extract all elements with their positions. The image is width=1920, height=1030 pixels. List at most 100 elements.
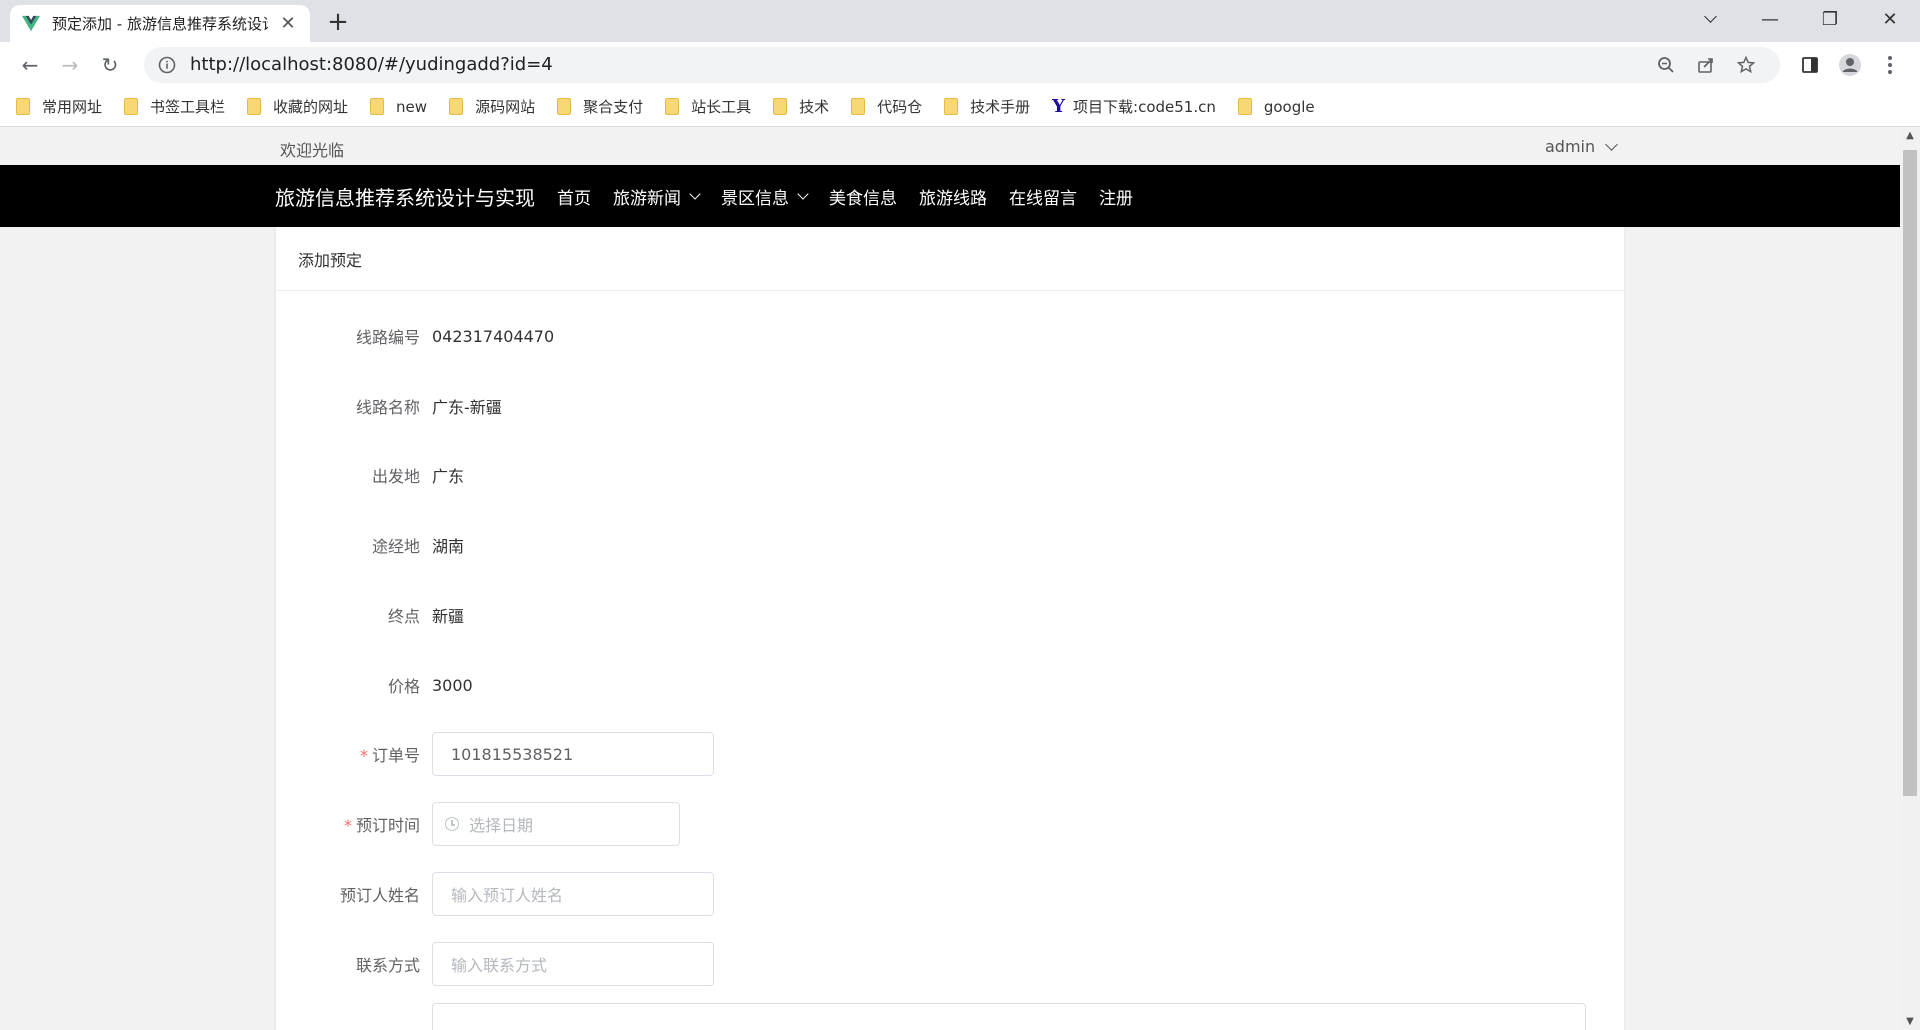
- site-y-icon: Y: [1052, 96, 1066, 117]
- chevron-down-icon: [1605, 137, 1619, 151]
- form-row-booker-name: 预订人姓名 输入预订人姓名: [276, 871, 1624, 917]
- departure-label: 出发地: [371, 467, 420, 486]
- form-row-route-name: 线路名称 广东-新疆: [276, 383, 1624, 429]
- folder-icon: [16, 98, 30, 115]
- clock-icon: [445, 817, 459, 831]
- date-placeholder: 选择日期: [469, 816, 534, 835]
- route-no-label: 线路编号: [355, 328, 420, 347]
- back-icon[interactable]: ←: [10, 45, 50, 85]
- menu-kebab-icon[interactable]: [1870, 45, 1910, 85]
- bookmarks-bar: 常用网址 书签工具栏 收藏的网址 new 源码网站 聚合支付 站长工具 技术 代…: [0, 87, 1920, 127]
- bookmark-item[interactable]: 代码仓: [851, 96, 922, 117]
- bookmark-item[interactable]: 收藏的网址: [247, 96, 348, 117]
- address-bar[interactable]: http://localhost:8080/#/yudingadd?id=4: [144, 46, 1780, 83]
- form-row-route-no: 线路编号 042317404470: [276, 313, 1624, 359]
- url-text[interactable]: http://localhost:8080/#/yudingadd?id=4: [190, 54, 1646, 75]
- bookmark-item[interactable]: 书签工具栏: [124, 96, 225, 117]
- bookmark-item[interactable]: google: [1237, 98, 1315, 116]
- bookmark-item[interactable]: Y 项目下载:code51.cn: [1052, 96, 1216, 117]
- bookmark-item[interactable]: 站长工具: [665, 96, 751, 117]
- new-tab-icon[interactable]: +: [323, 7, 353, 37]
- chevron-down-icon: [689, 188, 701, 200]
- site-topbar: 欢迎光临 admin: [0, 128, 1900, 165]
- folder-icon: [773, 98, 788, 115]
- nav-item-messages[interactable]: 在线留言: [1009, 184, 1077, 209]
- scroll-down-icon[interactable]: ▼: [1900, 1014, 1920, 1030]
- via-value: 湖南: [432, 537, 465, 556]
- close-window-icon[interactable]: ✕: [1860, 0, 1920, 38]
- tab-search-icon[interactable]: [1680, 0, 1740, 38]
- booking-form-card: 添加预定 线路编号 042317404470 线路名称 广东-新疆 出发地 广东…: [276, 227, 1624, 1030]
- via-label: 途经地: [371, 537, 420, 556]
- nav-item-register[interactable]: 注册: [1099, 184, 1133, 209]
- page-scrollbar[interactable]: ▲ ▼: [1900, 128, 1920, 1030]
- folder-icon: [1237, 98, 1252, 115]
- scroll-up-icon[interactable]: ▲: [1900, 128, 1920, 144]
- folder-icon: [944, 98, 959, 115]
- bookmark-item[interactable]: 技术手册: [944, 96, 1030, 117]
- price-value: 3000: [432, 675, 473, 695]
- browser-tab[interactable]: 预定添加 - 旅游信息推荐系统设计 ✕: [10, 5, 310, 42]
- route-name-value: 广东-新疆: [432, 398, 502, 417]
- folder-icon: [370, 98, 385, 115]
- page-viewport: 欢迎光临 admin 旅游信息推荐系统设计与实现 首页 旅游新闻 景区信息 美食…: [0, 128, 1900, 1030]
- form-row-booking-time: * 预订时间 选择日期: [276, 801, 1624, 847]
- form-row-next: [276, 1003, 1624, 1030]
- bookmark-item[interactable]: new: [370, 98, 427, 116]
- form-row-order-no: * 订单号 101815538521: [276, 731, 1624, 777]
- order-no-input[interactable]: 101815538521: [432, 732, 714, 776]
- site-navbar: 旅游信息推荐系统设计与实现 首页 旅游新闻 景区信息 美食信息 旅游线路 在线留…: [0, 165, 1900, 227]
- form-row-departure: 出发地 广东: [276, 452, 1624, 498]
- username: admin: [1545, 137, 1596, 156]
- browser-tabstrip: 预定添加 - 旅游信息推荐系统设计 ✕ + — ❐ ✕: [0, 0, 1920, 42]
- window-controls: — ❐ ✕: [1680, 0, 1920, 38]
- chevron-down-icon: [797, 188, 809, 200]
- price-label: 价格: [387, 677, 420, 696]
- bookmark-item[interactable]: 技术: [773, 96, 829, 117]
- welcome-text: 欢迎光临: [280, 141, 345, 160]
- bookmark-item[interactable]: 常用网址: [16, 96, 102, 117]
- order-no-label: * 订单号: [359, 746, 420, 765]
- next-field-input[interactable]: [432, 1003, 1586, 1030]
- contact-input[interactable]: 输入联系方式: [432, 942, 714, 986]
- required-mark: *: [343, 816, 352, 835]
- destination-label: 终点: [387, 607, 420, 626]
- booker-name-label: 预订人姓名: [339, 886, 420, 905]
- bookmark-star-icon[interactable]: [1726, 50, 1766, 80]
- vue-logo-icon: [22, 15, 40, 31]
- folder-icon: [851, 98, 866, 115]
- tab-title: 预定添加 - 旅游信息推荐系统设计: [52, 15, 268, 33]
- form-row-contact: 联系方式 输入联系方式: [276, 941, 1624, 987]
- zoom-icon[interactable]: [1646, 50, 1686, 80]
- side-panel-icon[interactable]: [1790, 45, 1830, 85]
- share-icon[interactable]: [1686, 50, 1726, 80]
- booking-time-label: * 预订时间: [343, 816, 420, 835]
- browser-toolbar: ← → ↻ http://localhost:8080/#/yudingadd?…: [0, 42, 1920, 87]
- booker-name-input[interactable]: 输入预订人姓名: [432, 872, 714, 916]
- forward-icon[interactable]: →: [50, 45, 90, 85]
- bookmark-item[interactable]: 聚合支付: [557, 96, 643, 117]
- reload-icon[interactable]: ↻: [90, 45, 130, 85]
- route-name-label: 线路名称: [355, 398, 420, 417]
- restore-icon[interactable]: ❐: [1800, 0, 1860, 38]
- scrollbar-thumb[interactable]: [1903, 150, 1917, 796]
- nav-item-scenic-spots[interactable]: 景区信息: [721, 184, 809, 209]
- folder-icon: [449, 98, 464, 115]
- route-no-value: 042317404470: [432, 326, 555, 346]
- site-info-icon[interactable]: [158, 56, 176, 74]
- bookmark-item[interactable]: 源码网站: [449, 96, 535, 117]
- form-row-price: 价格 3000: [276, 662, 1624, 708]
- folder-icon: [665, 98, 680, 115]
- nav-item-home[interactable]: 首页: [557, 184, 591, 209]
- user-menu[interactable]: admin: [1545, 137, 1619, 156]
- contact-label: 联系方式: [355, 956, 420, 975]
- nav-item-routes[interactable]: 旅游线路: [919, 184, 987, 209]
- site-title[interactable]: 旅游信息推荐系统设计与实现: [275, 182, 535, 211]
- profile-avatar-icon[interactable]: [1830, 45, 1870, 85]
- nav-item-travel-news[interactable]: 旅游新闻: [613, 184, 701, 209]
- booking-date-picker[interactable]: 选择日期: [432, 802, 680, 846]
- folder-icon: [247, 98, 262, 115]
- nav-item-food[interactable]: 美食信息: [829, 184, 897, 209]
- close-tab-icon[interactable]: ✕: [278, 13, 298, 34]
- minimize-icon[interactable]: —: [1740, 0, 1800, 38]
